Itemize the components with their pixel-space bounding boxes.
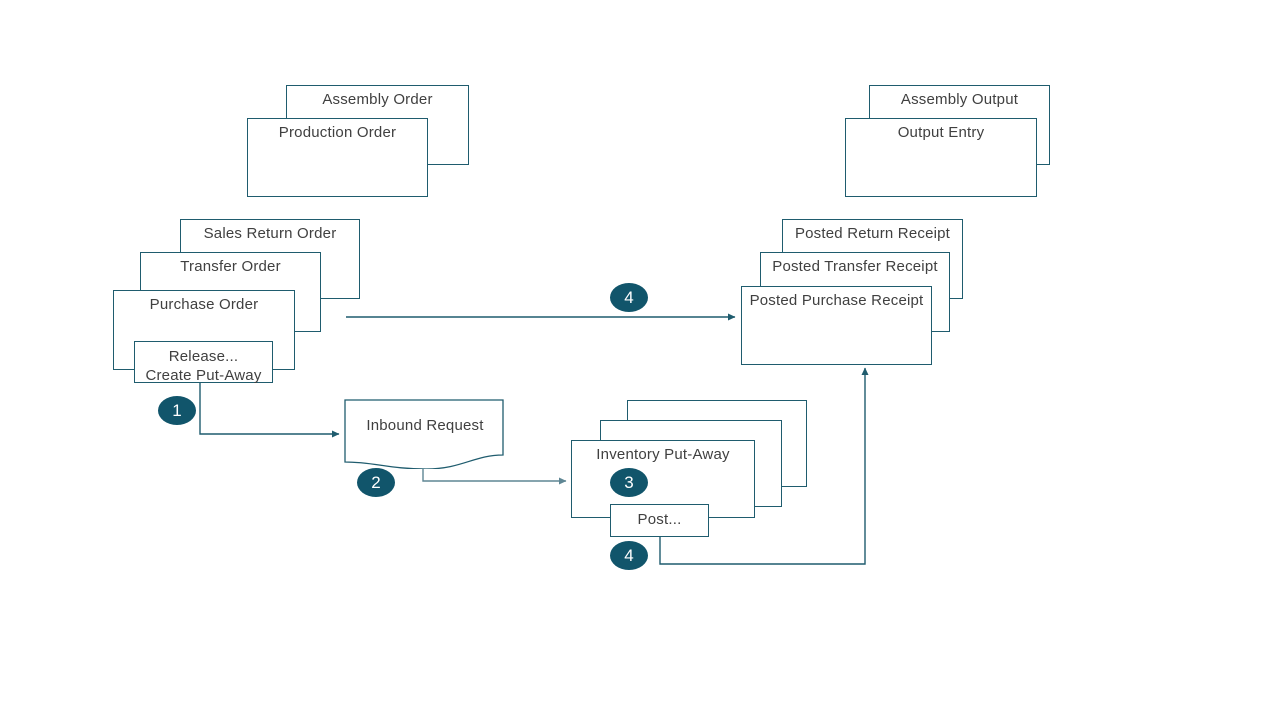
node-posted-purchase-receipt-label: Posted Purchase Receipt <box>749 292 924 309</box>
badge-step-3: 3 <box>610 468 648 497</box>
node-post-label: Post... <box>637 511 682 528</box>
badge-step-2: 2 <box>357 468 395 497</box>
badge-step-4-bottom: 4 <box>610 541 648 570</box>
node-inventory-put-away-label: Inventory Put-Away <box>596 446 730 463</box>
node-transfer-order-label: Transfer Order <box>180 258 281 275</box>
node-production-order-label: Production Order <box>278 124 397 141</box>
node-assembly-order-label: Assembly Order <box>322 91 433 108</box>
node-sales-return-order-label: Sales Return Order <box>203 225 337 242</box>
diagram-canvas: Assembly Order Production Order Assembly… <box>0 0 1280 720</box>
node-inbound-request-label: Inbound Request <box>366 417 484 434</box>
node-assembly-output-label: Assembly Output <box>900 91 1019 108</box>
node-release-create-put-away-label: Release... Create Put-Away <box>145 348 262 384</box>
badge-step-1: 1 <box>158 396 196 425</box>
node-purchase-order-label: Purchase Order <box>149 296 259 313</box>
node-posted-return-receipt-label: Posted Return Receipt <box>794 225 951 242</box>
connector-release-to-inbound-request <box>199 382 340 438</box>
badge-step-4-top: 4 <box>610 283 648 312</box>
node-output-entry-label: Output Entry <box>897 124 985 141</box>
node-posted-transfer-receipt-label: Posted Transfer Receipt <box>772 258 938 275</box>
